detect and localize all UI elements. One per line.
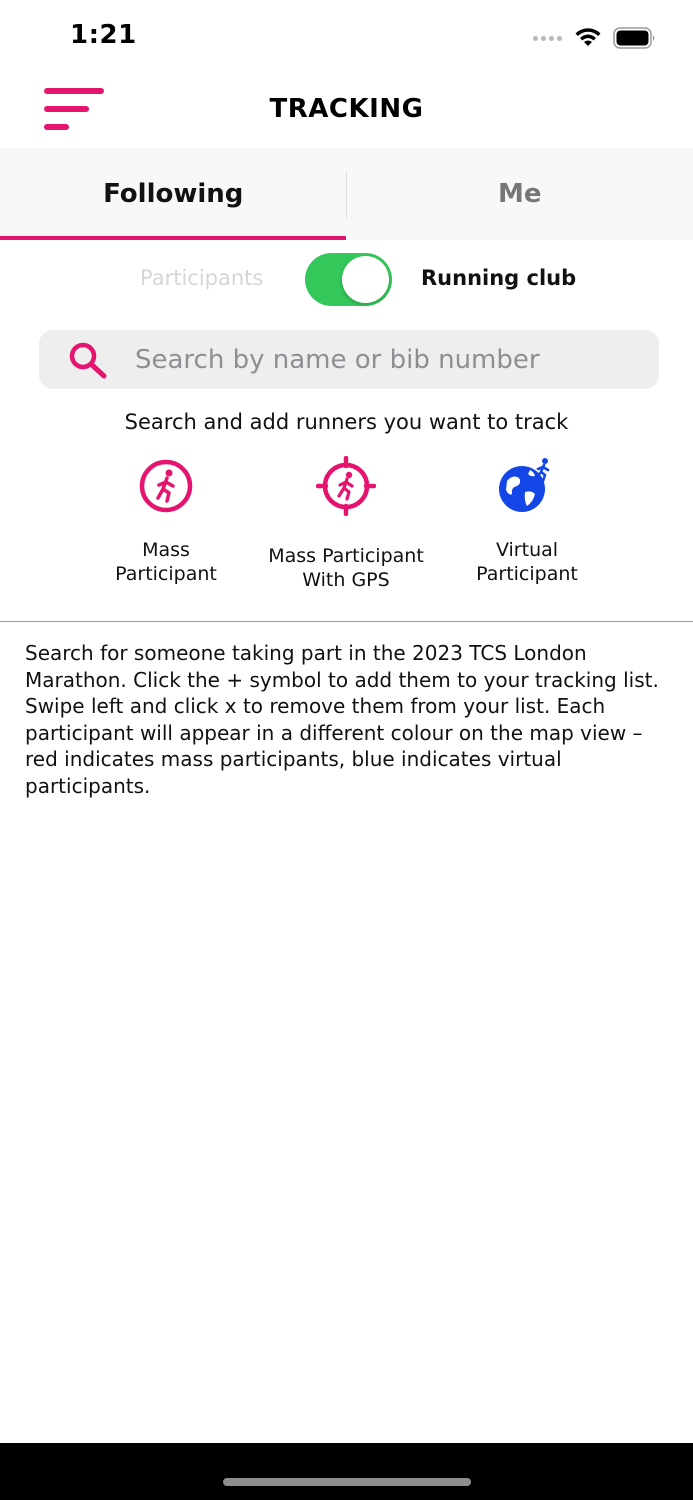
- bottom-bar: [0, 1443, 693, 1500]
- filter-toggle-row: Participants Running club: [0, 250, 693, 310]
- runner-circle-icon: [139, 459, 193, 513]
- legend-virtual-participant-label: Virtual Participant: [476, 539, 578, 585]
- battery-icon: [613, 27, 655, 49]
- app-header: TRACKING: [0, 70, 693, 150]
- cellular-signal-icon: [533, 36, 562, 41]
- runner-gps-target-icon: [316, 456, 376, 516]
- tracking-instructions: Search for someone taking part in the 20…: [25, 641, 659, 798]
- tab-me[interactable]: Me: [347, 148, 693, 240]
- legend-mass-participant-label: Mass Participant: [115, 539, 217, 585]
- status-time: 1:21: [70, 20, 137, 50]
- runner-globe-icon: [499, 458, 550, 512]
- toggle-knob: [342, 256, 389, 303]
- search-helper-text: Search and add runners you want to track: [124, 410, 569, 434]
- page-title: TRACKING: [269, 94, 424, 124]
- tab-following[interactable]: Following: [0, 148, 347, 240]
- wifi-icon: [575, 28, 601, 46]
- tab-me-label: Me: [497, 179, 542, 209]
- tab-bar: Following Me: [0, 148, 693, 240]
- status-bar: 1:21: [0, 0, 693, 70]
- section-divider: [0, 621, 693, 622]
- legend-mass-participant: Mass Participant: [71, 456, 261, 586]
- search-icon: [69, 342, 107, 379]
- legend-virtual-participant: Virtual Participant: [432, 456, 622, 586]
- running-club-label[interactable]: Running club: [421, 266, 576, 290]
- tab-divider: [346, 172, 347, 218]
- tab-following-label: Following: [103, 179, 244, 209]
- active-tab-indicator: [0, 236, 346, 240]
- search-input[interactable]: [135, 330, 645, 389]
- participant-type-legend: Mass Participant Mass Participant With G…: [0, 456, 693, 606]
- legend-mass-participant-gps: Mass Participant With GPS: [251, 456, 441, 592]
- participants-label[interactable]: Participants: [140, 266, 263, 290]
- legend-mass-participant-gps-label: Mass Participant With GPS: [268, 545, 424, 591]
- home-indicator[interactable]: [223, 1478, 471, 1486]
- search-box[interactable]: [39, 330, 659, 389]
- running-club-toggle[interactable]: [305, 253, 392, 306]
